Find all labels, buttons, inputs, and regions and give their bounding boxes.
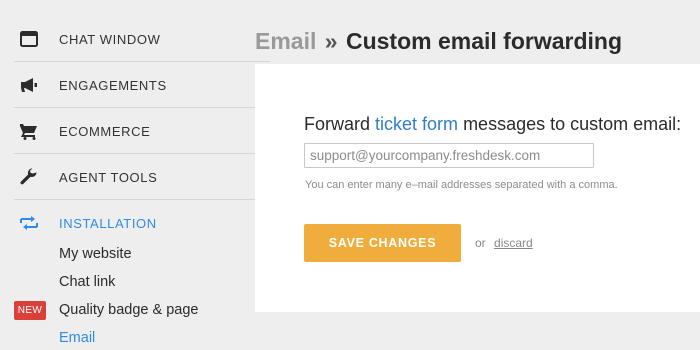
sidebar-item-label: INSTALLATION bbox=[59, 215, 157, 231]
page-title-text: Custom email forwarding bbox=[345, 28, 622, 54]
breadcrumb-separator: » bbox=[324, 28, 338, 54]
sidebar: CHAT WINDOW ENGAGEMENTS ECOMMERCE AGENT … bbox=[0, 0, 270, 350]
save-changes-button[interactable]: SAVE CHANGES bbox=[304, 224, 461, 262]
sidebar-item-installation[interactable]: INSTALLATION bbox=[14, 200, 270, 246]
new-badge: NEW bbox=[14, 301, 46, 320]
subitem-my-website[interactable]: My website bbox=[59, 246, 132, 262]
sidebar-item-label: ECOMMERCE bbox=[59, 123, 151, 139]
custom-email-input[interactable] bbox=[304, 143, 594, 168]
sidebar-item-label: AGENT TOOLS bbox=[59, 169, 158, 185]
discard-group: or discard bbox=[475, 236, 533, 250]
subitem-chat-link[interactable]: Chat link bbox=[59, 274, 115, 290]
sidebar-item-label: CHAT WINDOW bbox=[59, 31, 161, 47]
forwarding-card: Forward ticket form messages to custom e… bbox=[255, 64, 700, 312]
megaphone-icon bbox=[19, 75, 39, 95]
or-text: or bbox=[475, 236, 486, 250]
subitem-email[interactable]: Email bbox=[59, 330, 95, 346]
email-hint: You can enter many e–mail addresses sepa… bbox=[305, 179, 618, 191]
discard-link[interactable]: discard bbox=[494, 236, 533, 250]
wrench-icon bbox=[19, 167, 39, 187]
instruction-text-start: Forward bbox=[304, 114, 371, 134]
ticket-form-link[interactable]: ticket form bbox=[375, 114, 458, 134]
sidebar-item-engagements[interactable]: ENGAGEMENTS bbox=[14, 62, 270, 108]
transfer-arrows-icon bbox=[19, 213, 39, 233]
sidebar-item-ecommerce[interactable]: ECOMMERCE bbox=[14, 108, 270, 154]
sidebar-item-chat-window[interactable]: CHAT WINDOW bbox=[14, 16, 270, 62]
cart-icon bbox=[19, 121, 39, 141]
instruction-text-end: messages to custom email: bbox=[463, 114, 682, 134]
forward-instruction: Forward ticket form messages to custom e… bbox=[304, 114, 681, 135]
breadcrumb-email-link[interactable]: Email bbox=[255, 28, 316, 54]
sidebar-item-agent-tools[interactable]: AGENT TOOLS bbox=[14, 154, 270, 200]
chat-window-icon bbox=[19, 29, 39, 49]
sidebar-item-label: ENGAGEMENTS bbox=[59, 77, 167, 93]
subitem-quality-badge[interactable]: Quality badge & page bbox=[59, 302, 198, 318]
page-title: Email » Custom email forwarding bbox=[255, 28, 622, 55]
